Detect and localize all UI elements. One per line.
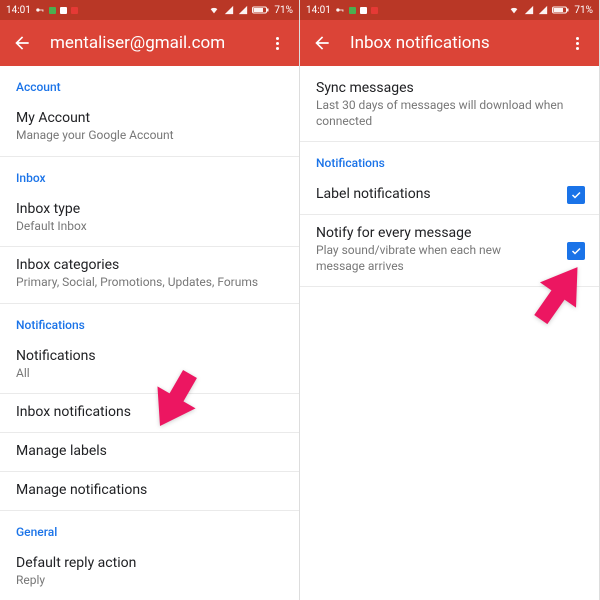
key-icon: [35, 5, 45, 15]
item-title: Notifications: [16, 348, 283, 364]
appbar-title: Inbox notifications: [350, 33, 567, 53]
app-icon: [60, 7, 67, 14]
item-title: Notify for every message: [316, 225, 555, 241]
wifi-icon: [508, 5, 520, 15]
section-notifications: Notifications: [300, 142, 599, 176]
section-inbox: Inbox: [0, 157, 299, 191]
status-bar: 14:01 71%: [0, 0, 299, 20]
item-sub: Manage your Google Account: [16, 128, 283, 144]
back-button[interactable]: [12, 33, 32, 53]
item-manage-labels[interactable]: Manage labels: [0, 433, 299, 472]
app-icon: [71, 7, 78, 14]
item-notifications[interactable]: Notifications All: [0, 338, 299, 395]
item-sub: Primary, Social, Promotions, Updates, Fo…: [16, 275, 283, 291]
phone-left: 14:01 71% mentaliser@gmail.com Account M: [0, 0, 300, 600]
item-sub: All: [16, 366, 283, 382]
status-bar: 14:01 71%: [300, 0, 599, 20]
item-title: Manage labels: [16, 443, 283, 459]
item-sub: Default Inbox: [16, 219, 283, 235]
item-my-account[interactable]: My Account Manage your Google Account: [0, 100, 299, 157]
item-manage-notifications[interactable]: Manage notifications: [0, 472, 299, 511]
item-inbox-categories[interactable]: Inbox categories Primary, Social, Promot…: [0, 247, 299, 304]
item-title: My Account: [16, 110, 283, 126]
checkbox-notify-every[interactable]: [567, 242, 585, 260]
settings-list[interactable]: Account My Account Manage your Google Ac…: [0, 66, 299, 600]
item-title: Sync messages: [316, 80, 583, 96]
item-title: Label notifications: [316, 186, 555, 202]
app-icon: [49, 7, 56, 14]
overflow-menu-button[interactable]: [267, 37, 287, 50]
item-title: Inbox categories: [16, 257, 283, 273]
item-sync-messages[interactable]: Sync messages Last 30 days of messages w…: [300, 66, 599, 142]
app-bar: mentaliser@gmail.com: [0, 20, 299, 66]
battery-icon: [552, 5, 570, 15]
checkbox-label-notifications[interactable]: [567, 186, 585, 204]
app-icon: [349, 7, 356, 14]
key-icon: [335, 5, 345, 15]
signal-icon: [238, 5, 248, 15]
signal-icon: [224, 5, 234, 15]
item-title: Inbox type: [16, 201, 283, 217]
section-general: General: [0, 511, 299, 545]
app-icon: [360, 7, 367, 14]
item-title: Inbox notifications: [16, 404, 283, 420]
app-icon: [371, 7, 378, 14]
wifi-icon: [208, 5, 220, 15]
item-label-notifications[interactable]: Label notifications: [300, 176, 599, 215]
signal-icon: [538, 5, 548, 15]
battery-percent: 71%: [574, 5, 593, 16]
item-default-reply[interactable]: Default reply action Reply: [0, 545, 299, 600]
settings-list[interactable]: Sync messages Last 30 days of messages w…: [300, 66, 599, 600]
item-title: Manage notifications: [16, 482, 283, 498]
battery-icon: [252, 5, 270, 15]
signal-icon: [524, 5, 534, 15]
section-account: Account: [0, 66, 299, 100]
phone-right: 14:01 71% Inbox notifications Sync messa…: [300, 0, 600, 600]
section-notifications: Notifications: [0, 304, 299, 338]
item-inbox-notifications[interactable]: Inbox notifications: [0, 394, 299, 433]
item-sub: Last 30 days of messages will download w…: [316, 98, 583, 129]
overflow-menu-button[interactable]: [567, 37, 587, 50]
app-bar: Inbox notifications: [300, 20, 599, 66]
status-time: 14:01: [6, 5, 31, 16]
back-button[interactable]: [312, 33, 332, 53]
check-icon: [567, 242, 585, 260]
item-title: Default reply action: [16, 555, 283, 571]
battery-percent: 71%: [274, 5, 293, 16]
status-time: 14:01: [306, 5, 331, 16]
item-sub: Reply: [16, 573, 283, 589]
check-icon: [567, 186, 585, 204]
item-inbox-type[interactable]: Inbox type Default Inbox: [0, 191, 299, 248]
item-sub: Play sound/vibrate when each new message…: [316, 243, 526, 274]
item-notify-every-message[interactable]: Notify for every message Play sound/vibr…: [300, 215, 599, 287]
appbar-title: mentaliser@gmail.com: [50, 33, 267, 53]
